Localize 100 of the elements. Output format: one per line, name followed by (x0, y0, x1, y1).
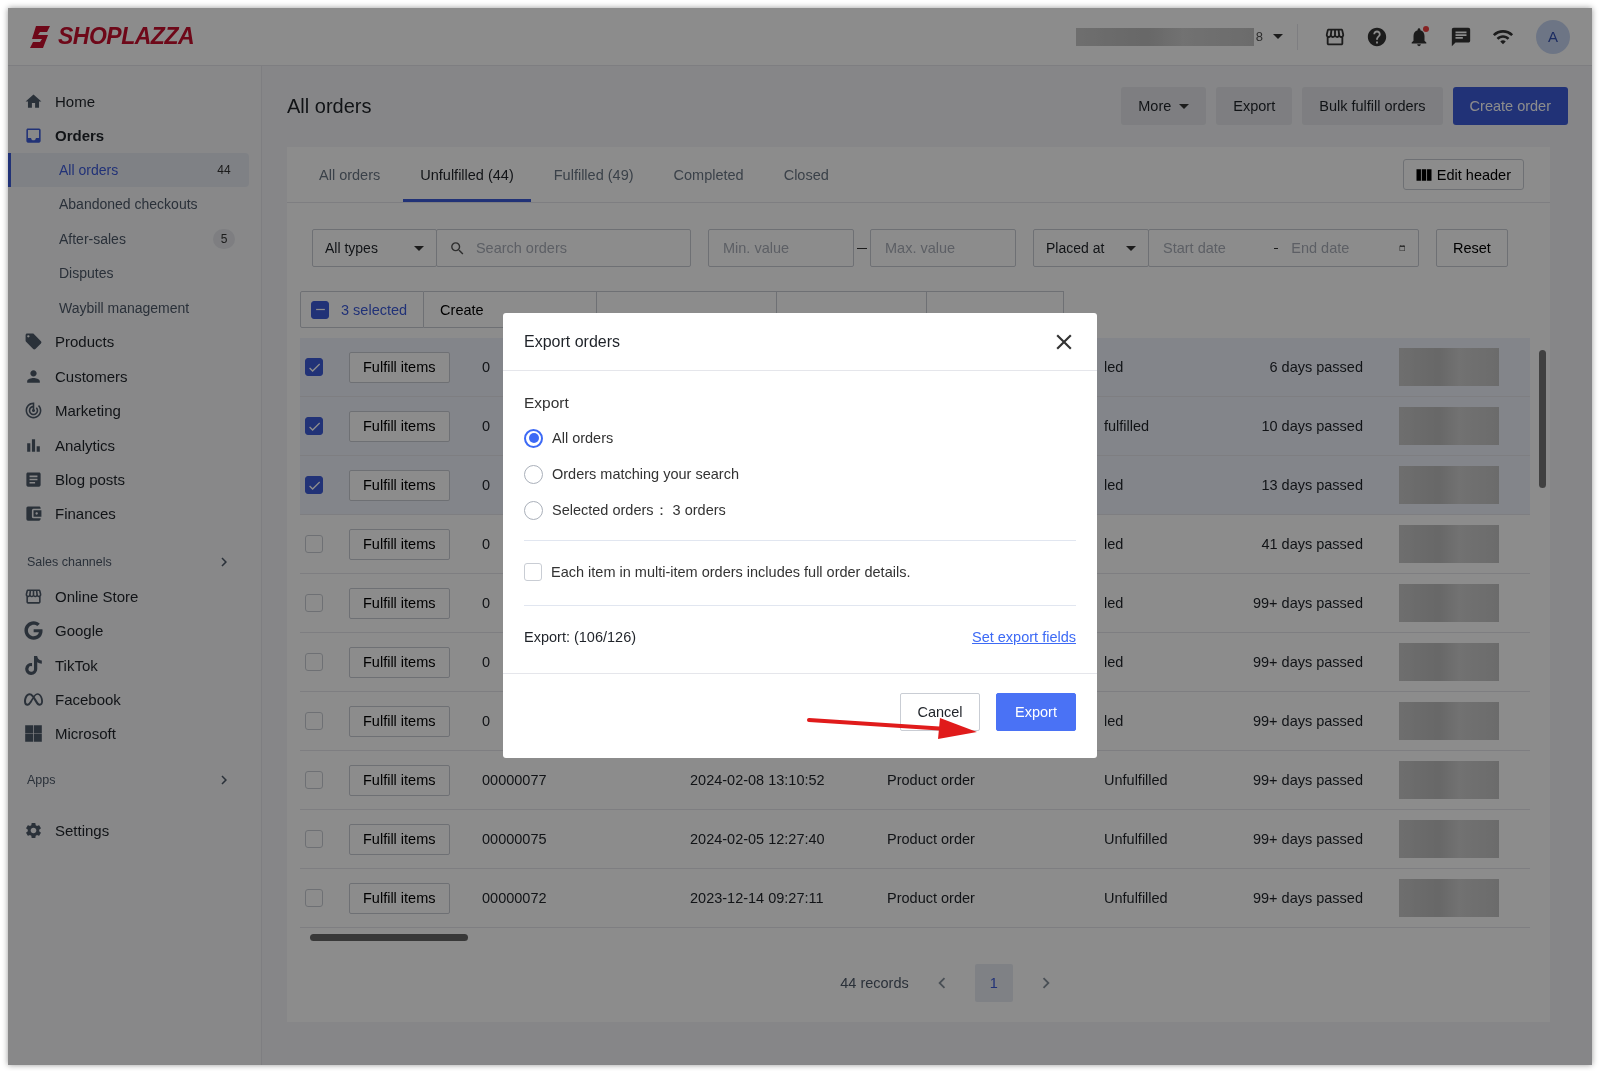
sidebar-item[interactable]: Products (8, 324, 249, 360)
checkbox-label[interactable]: Each item in multi-item orders includes full order details. (551, 564, 911, 580)
sidebar-subitem[interactable]: After-sales 5 (8, 221, 249, 256)
age-cell: 99+ days passed (1252, 890, 1363, 906)
dropdown-button[interactable]: More (1121, 87, 1207, 125)
age-cell: 13 days passed (1261, 477, 1363, 493)
fulfill-button[interactable]: Fulfill items (349, 882, 450, 914)
age-cell: 99+ days passed (1252, 595, 1363, 611)
section-label: Export (524, 394, 570, 412)
fulfill-button[interactable]: Fulfill items (349, 351, 450, 383)
fulfill-button[interactable]: Fulfill items (349, 646, 450, 678)
radio-button[interactable] (524, 464, 543, 484)
sidebar-subitem[interactable]: All orders 44 (8, 152, 249, 188)
order-number[interactable]: 0 (482, 713, 491, 729)
fulfill-button[interactable]: Fulfill items (349, 823, 450, 855)
sidebar-item[interactable]: Customers (8, 359, 249, 394)
date-cell: 2024-02-05 12:27:40 (690, 831, 825, 847)
sidebar-subitem[interactable]: Disputes (8, 255, 249, 291)
status-cell: led (1104, 359, 1124, 375)
status-cell: led (1104, 654, 1124, 670)
export-button[interactable]: Export (996, 693, 1076, 731)
caret-icon (414, 245, 424, 251)
storefront-icon (24, 586, 43, 606)
page-title: All orders (287, 94, 372, 118)
selected-count: 3 selected (341, 301, 408, 318)
order-number[interactable]: 00000072 (482, 890, 547, 906)
sidebar-item[interactable]: Marketing (8, 393, 249, 428)
radio-button[interactable] (524, 500, 543, 520)
order-number[interactable]: 00000075 (482, 831, 547, 847)
checkbox[interactable] (305, 417, 323, 435)
checkbox[interactable] (305, 358, 323, 376)
sidebar-item[interactable]: Blog posts (8, 462, 249, 497)
sidebar-subitem[interactable]: Waybill management (8, 290, 249, 325)
page-button[interactable]: 1 (974, 964, 1013, 1002)
sidebar-item[interactable]: Home (8, 84, 249, 119)
status-cell: led (1104, 477, 1124, 493)
order-number[interactable]: 0 (482, 595, 491, 611)
radio-label[interactable]: Selected orders： 3 orders (552, 500, 726, 520)
g-logo-icon (24, 621, 43, 641)
sidebar-item[interactable]: Facebook (8, 682, 249, 717)
caret-icon[interactable] (1273, 34, 1283, 39)
date-type-select[interactable]: Placed at (1033, 229, 1149, 267)
chat-icon[interactable] (1450, 25, 1472, 48)
sidebar-item[interactable]: Analytics (8, 427, 249, 463)
fulfill-button[interactable]: Fulfill items (349, 528, 450, 560)
fulfill-button[interactable]: Fulfill items (349, 410, 450, 442)
order-number[interactable]: 0 (482, 418, 491, 434)
caret-icon (1179, 103, 1190, 109)
tab[interactable]: Completed (656, 147, 761, 202)
tab[interactable]: Fulfilled (49) (536, 147, 651, 202)
sidebar-item[interactable]: Finances (8, 496, 249, 532)
order-number[interactable]: 0 (482, 477, 491, 493)
item-count: 5 (213, 228, 235, 249)
age-cell: 41 days passed (1261, 536, 1363, 552)
fulfill-button[interactable]: Fulfill items (349, 764, 450, 796)
order-number[interactable]: 0 (482, 359, 491, 375)
set-fields-link[interactable]: Set export fields (972, 629, 1076, 645)
section-title: Apps (27, 773, 56, 788)
tab[interactable]: All orders (302, 147, 398, 202)
fulfill-button[interactable]: Fulfill items (349, 705, 450, 737)
action-button[interactable]: Bulk fulfill orders (1302, 87, 1443, 125)
checkbox[interactable] (305, 476, 323, 494)
sidebar-item[interactable]: TikTok (8, 647, 249, 683)
sidebar-item[interactable]: Settings (8, 813, 249, 848)
age-cell: 10 days passed (1261, 418, 1363, 434)
reset-button[interactable]: Reset (1436, 229, 1508, 267)
type-select[interactable]: All types (312, 229, 437, 267)
radio-button[interactable] (524, 428, 543, 448)
status-cell: led (1104, 713, 1124, 729)
age-cell: 99+ days passed (1252, 654, 1363, 670)
avatar[interactable]: A (1536, 19, 1570, 54)
order-number[interactable]: 0 (482, 654, 491, 670)
order-number[interactable]: 0 (482, 536, 491, 552)
tab[interactable]: Closed (766, 147, 846, 202)
selection-control[interactable]: 3 selected (300, 291, 425, 328)
sidebar-item[interactable]: Orders (8, 118, 249, 153)
create-button[interactable]: Create order (1452, 87, 1568, 125)
dialog-title: Export orders (524, 332, 621, 351)
caret-icon (1126, 245, 1136, 251)
radio-label[interactable]: Orders matching your search (552, 466, 739, 482)
date-cell: 2023-12-14 09:27:11 (690, 890, 824, 906)
indeterminate-checkbox[interactable] (311, 300, 329, 319)
order-number[interactable]: 00000077 (482, 772, 547, 788)
status-cell: led (1104, 536, 1124, 552)
sidebar-item[interactable]: Microsoft (8, 716, 249, 752)
date-cell: 2024-02-08 13:10:52 (690, 772, 825, 788)
sidebar-item[interactable]: Online Store (8, 579, 249, 614)
section-title: Sales channels (27, 555, 112, 570)
fulfill-button[interactable]: Fulfill items (349, 587, 450, 619)
type-cell: Product order (887, 772, 975, 788)
sidebar-subitem[interactable]: Abandoned checkouts (8, 187, 249, 222)
radio-label[interactable]: All orders (552, 430, 614, 446)
action-button[interactable]: Export (1216, 87, 1293, 125)
store-name[interactable]: 8 (1255, 29, 1263, 44)
tab[interactable]: Unfulfilled (44) (403, 147, 531, 202)
help-icon[interactable] (1366, 25, 1388, 48)
fulfill-button[interactable]: Fulfill items (349, 469, 450, 501)
edit-header-button[interactable]: Edit header (1402, 159, 1524, 190)
type-cell: Product order (887, 831, 975, 847)
sidebar-item[interactable]: Google (8, 613, 249, 648)
